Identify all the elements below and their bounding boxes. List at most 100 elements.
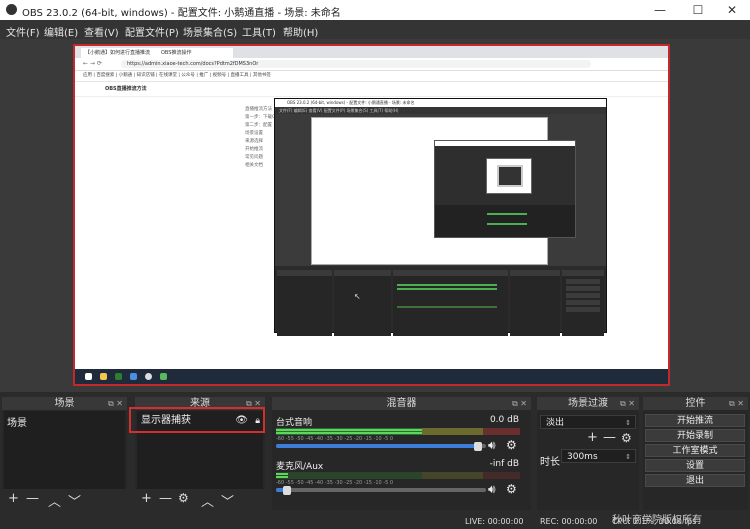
speaker-icon[interactable]: 🔊︎ [488, 438, 496, 453]
nested-control-button [566, 293, 600, 298]
volume-meter [276, 472, 520, 479]
add-source-icon[interactable]: + [141, 491, 152, 506]
nested-control-button [566, 307, 600, 312]
obs-logo-icon [6, 4, 17, 15]
nested-capture-2 [486, 158, 532, 194]
dock-float-icon[interactable]: ⧉ ✕ [512, 399, 527, 409]
menu-edit[interactable]: 编辑(E) [44, 24, 78, 39]
nested-obs-window-2 [434, 140, 576, 238]
start-streaming-button[interactable]: 开始推流 [645, 414, 745, 427]
menu-scene-collection[interactable]: 场景集合(S) [183, 24, 237, 39]
nested-control-button [566, 286, 600, 291]
nested-scenes-dock [277, 270, 332, 336]
meter-scale: -60 -55 -50 -45 -40 -35 -30 -25 -20 -15 … [276, 480, 394, 486]
bookmarks-text: 应用 | 百度搜索 | 小鹅通 | 知识店铺 | 在线课堂 | 公众号 | 推广… [83, 73, 271, 78]
nested-transitions-dock [510, 270, 560, 336]
window-title-bar: OBS 23.0.2 (64-bit, windows) - 配置文件: 小鹅通… [0, 0, 750, 20]
volume-slider-thumb[interactable] [474, 442, 482, 451]
duration-input[interactable]: 300ms ⇕ [561, 449, 636, 463]
duration-value: 300ms [567, 452, 598, 462]
spinner-arrows-icon: ⇕ [625, 419, 631, 427]
volume-slider-track[interactable] [276, 488, 486, 492]
source-settings-icon[interactable]: ⚙ [178, 491, 189, 505]
menu-file[interactable]: 文件(F) [6, 24, 40, 39]
remove-transition-icon[interactable]: — [603, 430, 616, 445]
page-title: OBS直播推流方法 [105, 86, 147, 92]
move-up-icon[interactable]: ︿ [48, 491, 61, 510]
transition-settings-icon[interactable]: ⚙ [621, 431, 632, 445]
exit-button[interactable]: 退出 [645, 474, 745, 487]
move-up-icon[interactable]: ︿ [201, 491, 214, 510]
obs-taskbar-icon [145, 373, 152, 380]
excel-icon [115, 373, 122, 380]
rec-timer: REC: 00:00:00 [540, 517, 598, 526]
start-icon [85, 373, 92, 380]
browser-tab: OBS推流操作 [157, 48, 233, 58]
maximize-button[interactable]: ☐ [680, 0, 716, 20]
scenes-dock: 场景 ⧉ ✕ 场景 + — ︿ ﹀ [2, 397, 127, 510]
move-down-icon[interactable]: ﹀ [221, 491, 234, 510]
nested-mixer-dock [393, 270, 508, 336]
transition-select[interactable]: 淡出 ⇕ [540, 415, 636, 429]
studio-mode-button[interactable]: 工作室模式 [645, 444, 745, 457]
add-transition-icon[interactable]: + [587, 430, 598, 445]
source-highlight-box [129, 407, 265, 433]
menu-help[interactable]: 帮助(H) [283, 24, 318, 39]
nested-sources-dock: ↖ [334, 270, 391, 336]
mouse-cursor-icon: ↖ [354, 292, 361, 301]
volume-slider-fill [276, 444, 478, 448]
dock-float-icon[interactable]: ⧉ ✕ [108, 399, 123, 409]
spinner-arrows-icon: ⇕ [625, 453, 631, 461]
browser-tab: 【小鹅通】如何进行直播推流 [81, 48, 157, 58]
mixer-body: 台式音响 0.0 dB -60 -55 -50 -45 -40 -35 -30 … [272, 411, 531, 510]
remove-source-icon[interactable]: — [159, 491, 172, 506]
add-scene-icon[interactable]: + [8, 491, 19, 506]
nested-capture [311, 117, 576, 265]
preview-canvas[interactable]: 【小鹅通】如何进行直播推流 OBS推流操作 ← → ⟳ https://admi… [75, 46, 668, 384]
menu-bar: 文件(F) 编辑(E) 查看(V) 配置文件(P) 场景集合(S) 工具(T) … [0, 20, 750, 39]
nested-obs-title: OBS 23.0.2 (64-bit, windows) - 配置文件: 小鹅通… [275, 99, 606, 107]
minimize-button[interactable]: — [642, 0, 678, 20]
meter-scale: -60 -55 -50 -45 -40 -35 -30 -25 -20 -15 … [276, 436, 394, 442]
channel-db: -inf dB [489, 459, 519, 469]
bookmarks-bar: 应用 | 百度搜索 | 小鹅通 | 知识店铺 | 在线课堂 | 公众号 | 推广… [75, 71, 668, 82]
mixer-dock-title: 混音器 [272, 397, 531, 410]
nested-title-strip [435, 141, 575, 146]
channel-name: 台式音响 [276, 418, 313, 428]
speaker-icon[interactable]: 🔊︎ [488, 482, 496, 497]
window-title: OBS 23.0.2 (64-bit, windows) - 配置文件: 小鹅通… [22, 8, 341, 19]
nested-meter [397, 288, 497, 290]
scene-item[interactable]: 场景 [7, 414, 27, 429]
nested-controls-dock [562, 270, 604, 336]
move-down-icon[interactable]: ﹀ [68, 491, 81, 510]
settings-button[interactable]: 设置 [645, 459, 745, 472]
nested-capture-3 [497, 165, 523, 187]
volume-slider-thumb[interactable] [283, 486, 291, 495]
remove-scene-icon[interactable]: — [26, 491, 39, 506]
scenes-toolbar: + — ︿ ﹀ [2, 489, 127, 510]
close-button[interactable]: ✕ [714, 0, 750, 20]
nav-arrows-icon: ← → ⟳ [83, 60, 102, 67]
gear-icon[interactable]: ⚙ [506, 438, 517, 452]
nested-obs-window: OBS 23.0.2 (64-bit, windows) - 配置文件: 小鹅通… [274, 98, 607, 336]
menu-view[interactable]: 查看(V) [84, 24, 119, 39]
start-recording-button[interactable]: 开始录制 [645, 429, 745, 442]
nested-dock-strip [435, 205, 575, 237]
nested-meter [397, 306, 497, 308]
dock-float-icon[interactable]: ⧉ ✕ [620, 399, 635, 409]
channel-db: 0.0 dB [489, 415, 519, 425]
volume-meter [276, 428, 520, 435]
dock-float-icon[interactable]: ⧉ ✕ [729, 399, 744, 409]
browser-url: https://admin.xiaoe-tech.com/docs?Pdtm2f… [121, 60, 591, 68]
browser-icon [130, 373, 137, 380]
nested-obs-menu: 文件(F) 编辑(E) 查看(V) 配置文件(P) 场景集合(S) 工具(T) … [275, 107, 606, 114]
mixer-dock: 混音器 ⧉ ✕ 台式音响 0.0 dB -60 -55 -50 -45 -40 … [272, 397, 531, 510]
folder-icon [100, 373, 107, 380]
gear-icon[interactable]: ⚙ [506, 482, 517, 496]
menu-profile[interactable]: 配置文件(P) [125, 24, 179, 39]
watermark: 秋叶商学院版权所有 [612, 515, 702, 526]
menu-tools[interactable]: 工具(T) [242, 24, 276, 39]
nested-control-button [566, 279, 600, 284]
nested-control-button [566, 300, 600, 305]
channel-name: 麦克风/Aux [276, 462, 324, 472]
